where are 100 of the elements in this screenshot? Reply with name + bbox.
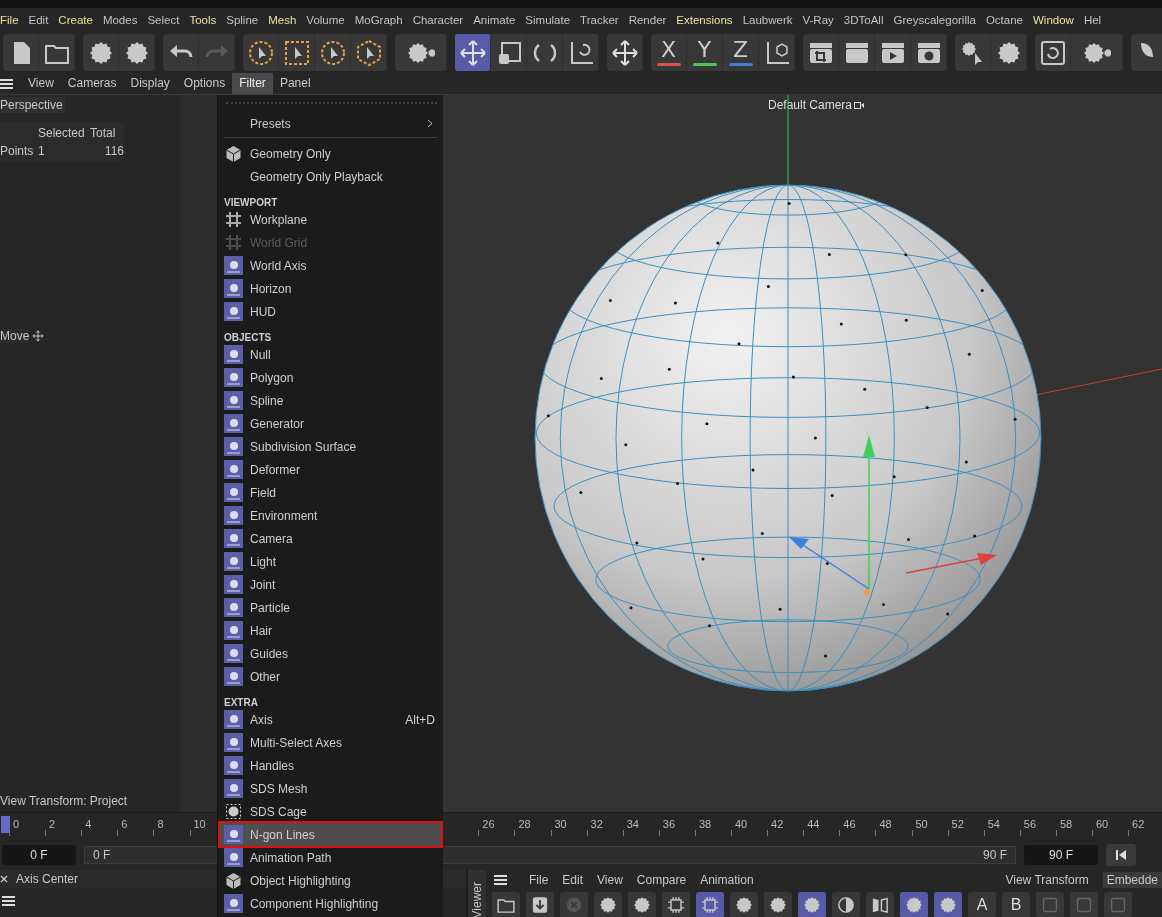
- viewer-menu-item[interactable]: Edit: [562, 872, 584, 887]
- menu-item[interactable]: Tools: [189, 14, 217, 26]
- viewport[interactable]: Default Camera: [443, 95, 1162, 812]
- menu-item[interactable]: Modes: [102, 14, 138, 26]
- menu-item[interactable]: Tracker: [580, 14, 619, 26]
- menu-item[interactable]: Object Highlighting: [218, 869, 443, 892]
- menu-item[interactable]: Render: [628, 14, 667, 26]
- menu-item[interactable]: Subdivision Surface: [218, 435, 443, 458]
- viewer-tool-button[interactable]: [730, 892, 758, 917]
- toolbar-button[interactable]: [455, 34, 491, 71]
- menu-item[interactable]: Laubwerk: [742, 14, 793, 26]
- menu-item[interactable]: Spline: [218, 389, 443, 412]
- viewer-tool-button[interactable]: [866, 892, 894, 917]
- viewport-menu-item[interactable]: Options: [176, 73, 233, 94]
- viewer-menu-item[interactable]: Compare: [636, 872, 687, 887]
- menu-item[interactable]: Generator: [218, 412, 443, 435]
- menu-item[interactable]: Spline: [226, 14, 259, 26]
- menu-item[interactable]: World Axis: [218, 254, 443, 277]
- menu-item[interactable]: Null: [218, 343, 443, 366]
- menu-item[interactable]: Polygon: [218, 366, 443, 389]
- close-icon[interactable]: [0, 875, 8, 883]
- menu-item[interactable]: Component Highlighting: [218, 892, 443, 915]
- menu-item[interactable]: Geometry Only Playback: [218, 165, 443, 188]
- menu-item[interactable]: N-gon Lines: [220, 823, 441, 846]
- viewer-tool-button[interactable]: [696, 892, 724, 917]
- menu-item[interactable]: Volume: [306, 14, 345, 26]
- menu-item[interactable]: Hair: [218, 619, 443, 642]
- viewer-tool-button[interactable]: [594, 892, 622, 917]
- menu-item[interactable]: Horizon: [218, 277, 443, 300]
- menu-item[interactable]: Other: [218, 665, 443, 688]
- menu-item[interactable]: Camera: [218, 527, 443, 550]
- viewer-tool-button[interactable]: B: [1002, 892, 1030, 917]
- viewer-tool-button[interactable]: [934, 892, 962, 917]
- menu-item[interactable]: Joint: [218, 573, 443, 596]
- frame-tick-label: 50: [915, 818, 928, 830]
- frame-tick-label: 0: [13, 818, 20, 830]
- tile-icon: [224, 483, 243, 502]
- menu-item[interactable]: Deformer: [218, 458, 443, 481]
- viewport-menu-item[interactable]: View: [21, 73, 61, 94]
- axis-toggle-button[interactable]: X: [651, 34, 687, 71]
- menu-item[interactable]: Octane: [985, 14, 1023, 26]
- menu-item[interactable]: Hel: [1083, 14, 1102, 26]
- menu-item[interactable]: Animate: [473, 14, 516, 26]
- viewer-menu-item[interactable]: Animation: [700, 872, 754, 887]
- menu-item[interactable]: Extensions: [676, 14, 733, 26]
- menu-item[interactable]: SDS Mesh: [218, 777, 443, 800]
- cube-icon: [224, 871, 243, 890]
- current-frame-field[interactable]: 0 F: [2, 844, 76, 865]
- end-frame-field[interactable]: 90 F: [1024, 844, 1098, 865]
- viewer-tool-button[interactable]: [628, 892, 656, 917]
- viewport-menu-item[interactable]: Cameras: [60, 73, 124, 94]
- menu-item[interactable]: Workplane: [218, 208, 443, 231]
- menu-item[interactable]: Multi-Select Axes: [218, 731, 443, 754]
- menu-item[interactable]: Greyscalegorilla: [893, 14, 976, 26]
- menu-item[interactable]: Window: [1033, 14, 1074, 26]
- menu-item[interactable]: HUD: [218, 300, 443, 323]
- menu-item[interactable]: 3DToAll: [843, 14, 884, 26]
- menu-item[interactable]: Light: [218, 550, 443, 573]
- tile-icon: [224, 756, 243, 775]
- current-frame-marker[interactable]: [1, 816, 10, 833]
- menu-item[interactable]: Particle: [218, 596, 443, 619]
- menu-item[interactable]: MoGraph: [354, 14, 403, 26]
- menu-item[interactable]: V-Ray: [802, 14, 834, 26]
- viewport-menu-item[interactable]: Filter: [232, 73, 273, 94]
- viewer-tool-button[interactable]: [900, 892, 928, 917]
- viewer-tool-button[interactable]: [764, 892, 792, 917]
- menu-icon[interactable]: [2, 896, 15, 906]
- axis-toggle-button[interactable]: Z: [723, 34, 759, 71]
- menu-item[interactable]: File: [0, 14, 19, 26]
- view-transform-dropdown[interactable]: Embedde: [1102, 871, 1162, 888]
- menu-item[interactable]: Create: [58, 14, 93, 26]
- viewer-tool-button[interactable]: [798, 892, 826, 917]
- viewport-menu-item[interactable]: Panel: [272, 73, 318, 94]
- menu-item[interactable]: Select: [147, 14, 180, 26]
- view-transform-label: View Transform: Project: [0, 794, 129, 808]
- menu-item[interactable]: Presets: [218, 112, 443, 135]
- viewport-menu-item[interactable]: Display: [123, 73, 177, 94]
- axis-toggle-button[interactable]: Y: [687, 34, 723, 71]
- viewer-tool-button[interactable]: [832, 892, 860, 917]
- menu-item[interactable]: Simulate: [525, 14, 571, 26]
- viewer-tool-button[interactable]: A: [968, 892, 996, 917]
- menu-item[interactable]: Character: [412, 14, 464, 26]
- go-to-start-button[interactable]: [1106, 843, 1136, 866]
- menu-item[interactable]: Geometry Only: [218, 142, 443, 165]
- viewer-tool-button[interactable]: [492, 892, 520, 917]
- menu-item[interactable]: Guides: [218, 642, 443, 665]
- menu-item[interactable]: Environment: [218, 504, 443, 527]
- menu-item[interactable]: Axis Alt+D: [218, 708, 443, 731]
- menu-icon[interactable]: [0, 78, 13, 89]
- sphere-mesh-drawing[interactable]: [534, 184, 1042, 692]
- menu-item[interactable]: Edit: [28, 14, 49, 26]
- menu-item[interactable]: Mesh: [268, 14, 297, 26]
- stat-value: 1: [38, 144, 46, 158]
- menu-icon[interactable]: [494, 874, 507, 885]
- viewer-menu-item[interactable]: View: [597, 872, 623, 887]
- menu-item[interactable]: Field: [218, 481, 443, 504]
- viewer-menu-item[interactable]: File: [529, 872, 549, 887]
- viewer-tool-button[interactable]: [526, 892, 554, 917]
- menu-item[interactable]: Handles: [218, 754, 443, 777]
- viewer-tool-button[interactable]: [662, 892, 690, 917]
